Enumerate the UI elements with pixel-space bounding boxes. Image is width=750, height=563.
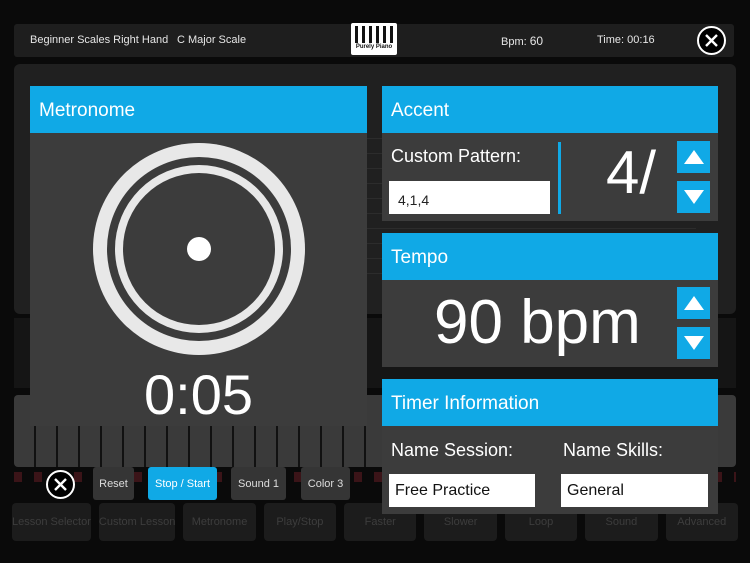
name-skills-label: Name Skills:	[563, 440, 664, 460]
arrow-down-icon	[683, 190, 704, 204]
lesson-name: Beginner Scales Right Hand	[30, 34, 169, 46]
toolbar-metronome: Metronome	[183, 503, 256, 541]
purely-piano-logo: Purely Piano	[351, 23, 397, 55]
custom-pattern-label: Custom Pattern:	[391, 146, 522, 166]
toolbar-play-stop: Play/Stop	[263, 503, 337, 541]
metronome-timer: 0:05	[144, 363, 253, 426]
beat-dot	[187, 237, 211, 261]
close-icon	[54, 478, 67, 491]
accent-up-button[interactable]	[677, 141, 710, 173]
close-icon	[705, 34, 718, 47]
metronome-dial	[93, 143, 305, 355]
tempo-down-button[interactable]	[677, 327, 710, 359]
name-session-input[interactable]: Free Practice	[389, 474, 535, 507]
name-skills-input[interactable]: General	[561, 474, 708, 507]
sound-button[interactable]: Sound 1	[231, 467, 286, 500]
tempo-title: Tempo	[382, 233, 718, 280]
name-session-label: Name Session:	[391, 440, 514, 460]
toolbar-lesson-selector: Lesson Selector	[12, 503, 91, 541]
scale-name: C Major Scale	[177, 34, 247, 46]
bpm-label: Bpm:	[501, 36, 527, 48]
custom-pattern-input[interactable]: 4,1,4	[389, 181, 550, 214]
header-bar: Beginner Scales Right Hand C Major Scale…	[14, 23, 734, 57]
accent-divider	[558, 142, 561, 214]
tempo-up-button[interactable]	[677, 287, 710, 319]
arrow-up-icon	[683, 296, 704, 310]
timer-information-title: Timer Information	[382, 379, 718, 426]
toolbar-custom-lesson: Custom Lesson	[98, 503, 176, 541]
close-metronome-button[interactable]	[46, 470, 75, 499]
time-signature: 4/	[606, 139, 657, 206]
bpm-readout: Bpm: 60	[501, 34, 543, 48]
timer-information-panel: Timer Information Name Session: Name Ski…	[382, 379, 718, 514]
close-button[interactable]	[697, 26, 726, 55]
arrow-down-icon	[683, 336, 704, 350]
accent-title: Accent	[382, 86, 718, 133]
logo-keys-icon	[355, 26, 393, 43]
reset-button[interactable]: Reset	[93, 467, 134, 500]
metronome-title: Metronome	[30, 86, 367, 133]
logo-text: Purely Piano	[355, 44, 393, 50]
arrow-up-icon	[683, 150, 704, 164]
tempo-value: 90 bpm	[434, 288, 641, 357]
accent-panel: Accent Custom Pattern: 4,1,4 4/	[382, 86, 718, 221]
time-readout: Time: 00:16	[597, 34, 655, 46]
metronome-panel: Metronome 0:05	[30, 86, 367, 426]
tempo-panel: Tempo 90 bpm	[382, 233, 718, 367]
stop-start-button[interactable]: Stop / Start	[148, 467, 217, 500]
accent-down-button[interactable]	[677, 181, 710, 213]
color-button[interactable]: Color 3	[301, 467, 350, 500]
bpm-value: 60	[529, 34, 544, 48]
